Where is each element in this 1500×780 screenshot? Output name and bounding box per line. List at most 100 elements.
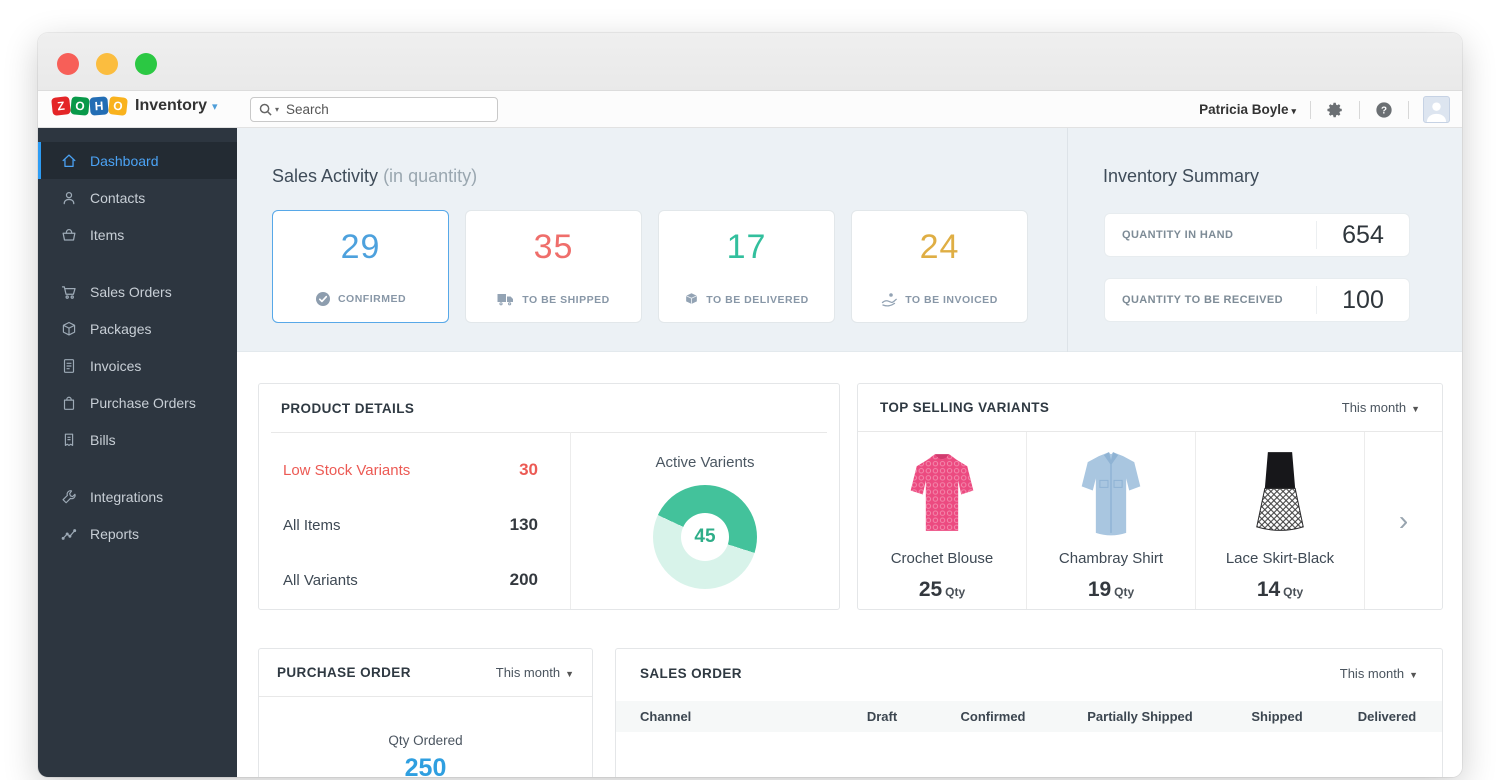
sidebar-group-gap xyxy=(38,253,237,273)
settings-gear-icon[interactable] xyxy=(1325,100,1345,120)
sidebar-item-integrations[interactable]: Integrations xyxy=(38,478,237,515)
top-selling-period-dropdown[interactable]: This month▼ xyxy=(1342,400,1420,415)
qty-ordered-value: 250 xyxy=(259,754,592,777)
active-variants-panel: Active Varients 45 xyxy=(571,432,839,609)
all-variants-row[interactable]: All Variants 200 xyxy=(259,556,570,604)
variant-chambray-shirt[interactable]: Chambray Shirt 19Qty xyxy=(1027,432,1196,609)
divider xyxy=(1310,101,1311,119)
wrench-icon xyxy=(60,488,78,506)
window-titlebar xyxy=(38,33,1462,91)
maximize-window-button[interactable] xyxy=(135,53,157,75)
all-items-value: 130 xyxy=(510,515,538,535)
variant-lace-skirt-black[interactable]: Lace Skirt-Black 14Qty xyxy=(1196,432,1365,609)
sidebar-item-contacts[interactable]: Contacts xyxy=(38,179,237,216)
to-be-shipped-label: TO BE SHIPPED xyxy=(522,294,609,306)
app-name: Inventory xyxy=(135,97,207,115)
sidebar-item-label: Reports xyxy=(90,526,139,542)
help-icon[interactable]: ? xyxy=(1374,100,1394,120)
box-icon xyxy=(684,292,699,307)
sales-order-table-header: Channel Draft Confirmed Partially Shippe… xyxy=(616,701,1442,732)
lace-skirt-image xyxy=(1234,446,1326,542)
search-icon xyxy=(259,103,272,116)
sidebar-group-gap xyxy=(38,458,237,478)
zoho-inventory-logo[interactable]: Z O H O Inventory ▾ xyxy=(52,97,218,115)
sales-activity-title: Sales Activity (in quantity) xyxy=(272,166,477,187)
confirmed-label: CONFIRMED xyxy=(338,293,406,305)
sidebar-item-label: Sales Orders xyxy=(90,284,172,300)
column-header-confirmed: Confirmed xyxy=(930,709,1056,724)
carousel-next-chevron-icon[interactable]: › xyxy=(1365,432,1442,609)
app-window: Z O H O Inventory ▾ ▾ Patricia Boyle▾ ? xyxy=(38,33,1462,777)
package-icon xyxy=(60,320,78,338)
variant-name: Lace Skirt-Black xyxy=(1196,550,1364,567)
chart-icon xyxy=(60,525,78,543)
user-avatar[interactable] xyxy=(1423,96,1450,123)
product-details-title: PRODUCT DETAILS xyxy=(281,401,414,416)
app-switcher-caret-icon[interactable]: ▾ xyxy=(212,100,218,113)
check-circle-icon xyxy=(315,291,331,307)
column-header-shipped: Shipped xyxy=(1224,709,1330,724)
quantity-to-be-received-row[interactable]: QUANTITY TO BE RECEIVED 100 xyxy=(1104,278,1410,322)
to-be-invoiced-card[interactable]: 24 TO BE INVOICED xyxy=(851,210,1028,323)
sidebar-item-items[interactable]: Items xyxy=(38,216,237,253)
bag-icon xyxy=(60,394,78,412)
product-details-card: PRODUCT DETAILS Low Stock Variants 30 Al… xyxy=(258,383,840,610)
sidebar: Dashboard Contacts Items Sales Orders Pa… xyxy=(38,128,237,777)
minimize-window-button[interactable] xyxy=(96,53,118,75)
purchase-order-period-dropdown[interactable]: This month▼ xyxy=(496,665,574,680)
quantity-in-hand-row[interactable]: QUANTITY IN HAND 654 xyxy=(1104,213,1410,257)
divider xyxy=(1359,101,1360,119)
sidebar-item-sales-orders[interactable]: Sales Orders xyxy=(38,273,237,310)
to-be-delivered-card[interactable]: 17 TO BE DELIVERED xyxy=(658,210,835,323)
chambray-shirt-image xyxy=(1065,446,1157,542)
close-window-button[interactable] xyxy=(57,53,79,75)
logo-tile: O xyxy=(108,96,128,116)
search-input[interactable] xyxy=(286,102,489,117)
logo-tile: Z xyxy=(51,96,71,116)
sidebar-item-purchase-orders[interactable]: Purchase Orders xyxy=(38,384,237,421)
sidebar-item-label: Items xyxy=(90,227,124,243)
sidebar-item-label: Contacts xyxy=(90,190,145,206)
truck-icon xyxy=(497,292,515,307)
purchase-order-card: PURCHASE ORDER This month▼ Qty Ordered 2… xyxy=(258,648,593,777)
sidebar-item-dashboard[interactable]: Dashboard xyxy=(38,142,237,179)
variant-qty: 19 xyxy=(1088,578,1111,601)
summary-band: Sales Activity (in quantity) 29 CONFIRME… xyxy=(237,128,1462,352)
all-variants-value: 200 xyxy=(510,570,538,590)
sidebar-item-label: Packages xyxy=(90,321,151,337)
low-stock-variants-row[interactable]: Low Stock Variants 30 xyxy=(259,446,570,494)
purchase-order-title: PURCHASE ORDER xyxy=(277,665,411,680)
to-be-invoiced-count: 24 xyxy=(852,228,1027,267)
active-variants-label: Active Varients xyxy=(571,454,839,471)
divider xyxy=(1408,101,1409,119)
column-header-channel: Channel xyxy=(616,709,834,724)
main-content: Sales Activity (in quantity) 29 CONFIRME… xyxy=(237,128,1462,777)
user-menu[interactable]: Patricia Boyle▾ xyxy=(1199,102,1296,117)
sidebar-item-reports[interactable]: Reports xyxy=(38,515,237,552)
sidebar-item-invoices[interactable]: Invoices xyxy=(38,347,237,384)
variant-qty-unit: Qty xyxy=(1283,585,1303,599)
variant-name: Chambray Shirt xyxy=(1027,550,1195,567)
all-items-row[interactable]: All Items 130 xyxy=(259,501,570,549)
quantity-in-hand-label: QUANTITY IN HAND xyxy=(1105,221,1317,249)
logo-tile: O xyxy=(70,96,90,116)
home-icon xyxy=(60,152,78,170)
confirmed-card[interactable]: 29 CONFIRMED xyxy=(272,210,449,323)
to-be-shipped-card[interactable]: 35 TO BE SHIPPED xyxy=(465,210,642,323)
search-box[interactable]: ▾ xyxy=(250,97,498,122)
search-scope-caret-icon[interactable]: ▾ xyxy=(275,105,279,114)
low-stock-variants-value: 30 xyxy=(519,460,538,480)
variant-crochet-blouse[interactable]: Crochet Blouse 25Qty xyxy=(858,432,1027,609)
sales-order-period-dropdown[interactable]: This month▼ xyxy=(1340,666,1418,681)
to-be-delivered-count: 17 xyxy=(659,228,834,267)
divider xyxy=(1067,128,1068,352)
contacts-icon xyxy=(60,189,78,207)
inventory-summary-title: Inventory Summary xyxy=(1103,166,1259,187)
sidebar-item-bills[interactable]: Bills xyxy=(38,421,237,458)
crochet-blouse-image xyxy=(896,446,988,542)
sidebar-item-packages[interactable]: Packages xyxy=(38,310,237,347)
table-row-amazon-web-services[interactable]: Amazon Web Services 0 25 55 60 120 xyxy=(616,773,1442,777)
variant-qty: 25 xyxy=(919,578,942,601)
product-details-list: Low Stock Variants 30 All Items 130 All … xyxy=(259,432,571,609)
receipt-icon xyxy=(60,431,78,449)
